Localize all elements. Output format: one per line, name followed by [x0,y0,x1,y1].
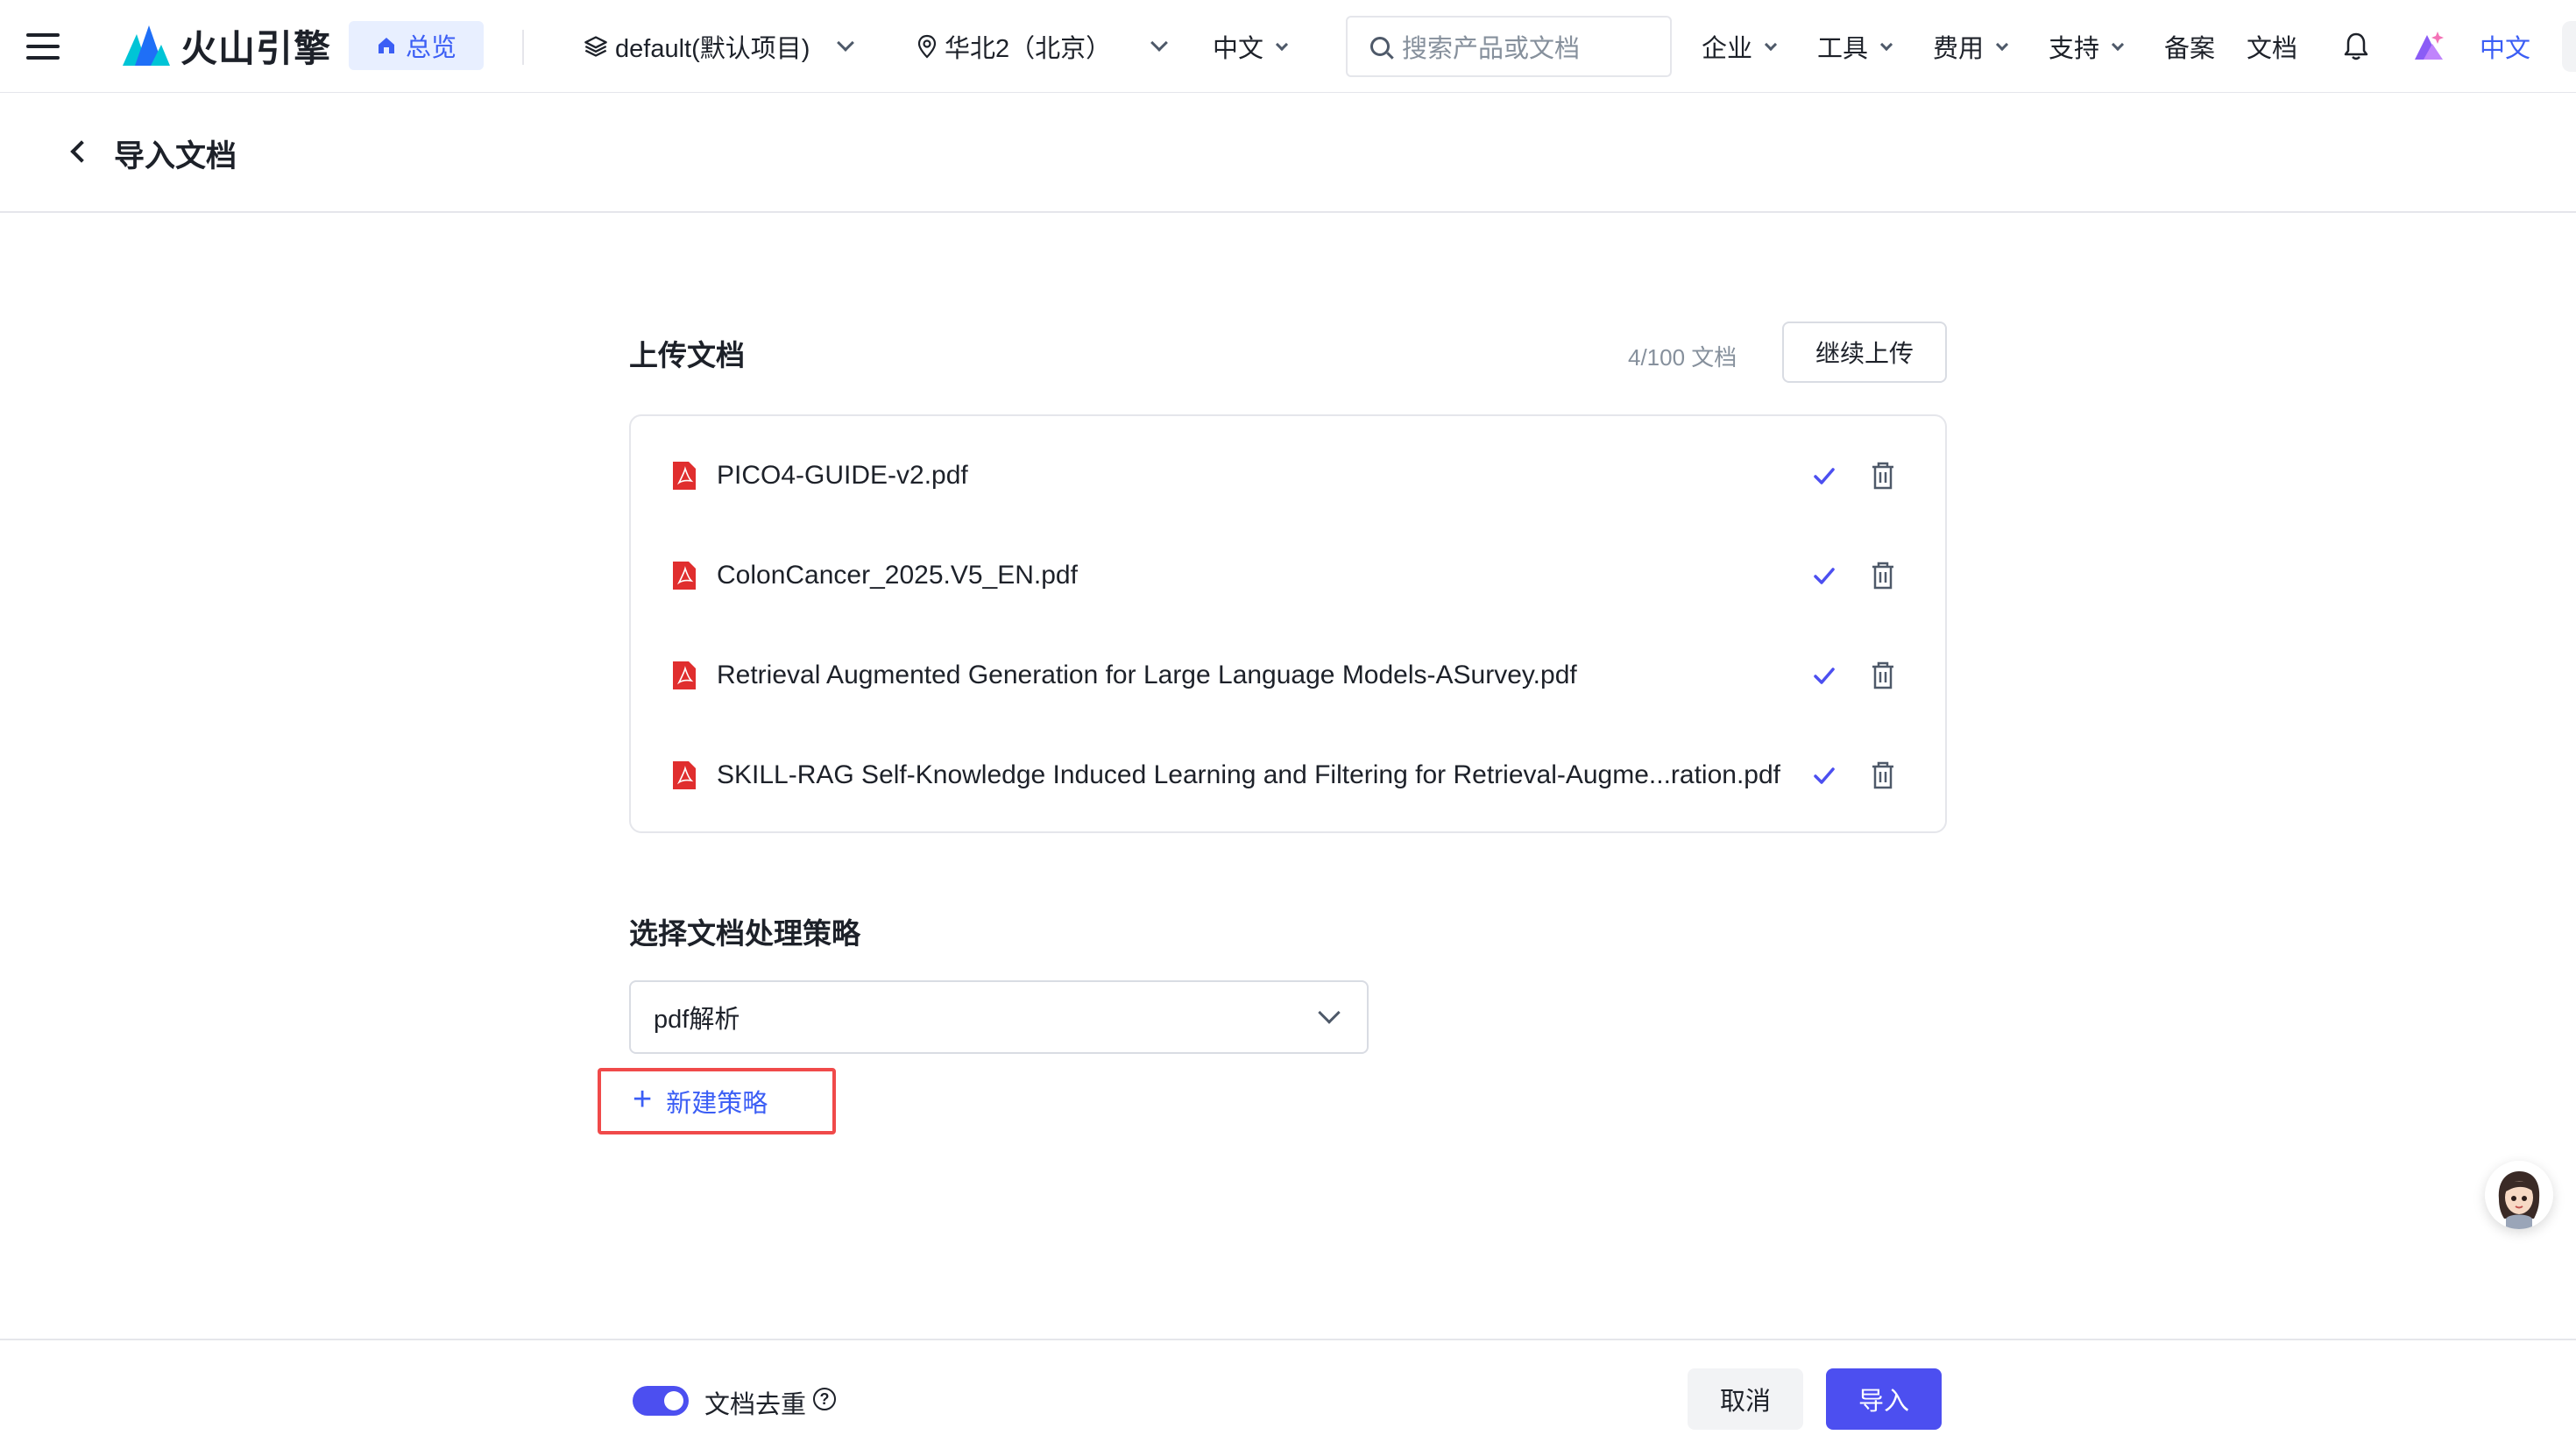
import-button[interactable]: 导入 [1826,1368,1942,1430]
language-label: 中文 [1213,35,1264,63]
chevron-down-icon [837,34,855,52]
chevron-down-icon [1318,1001,1341,1024]
dedup-label: 文档去重 [704,1391,807,1419]
nav-item-label: 工具 [1817,35,1869,63]
nav-item-label: 支持 [2049,35,2100,63]
strategy-section-title: 选择文档处理策略 [629,917,860,950]
search-placeholder: 搜索产品或文档 [1402,35,1581,63]
file-row: SKILL-RAG Self-Knowledge Induced Learnin… [631,740,1945,810]
nav-item-enterprise[interactable]: 企业 [1702,0,1778,93]
region-selector[interactable]: 华北2（北京） [916,0,1169,93]
assistant-avatar-icon [2485,1161,2553,1229]
continue-upload-button[interactable]: 继续上传 [1782,322,1947,383]
chevron-down-icon [1275,38,1289,52]
nav-item-docs[interactable]: 文档 [2247,0,2297,93]
page-title: 导入文档 [114,139,237,173]
chevron-down-icon [1879,38,1893,52]
edge-button[interactable] [2562,21,2576,72]
search-icon [1370,37,1390,56]
language-switch-link[interactable]: 中文 [2480,0,2530,93]
nav-item-label: 备案 [2164,35,2216,63]
check-icon [1814,568,1835,584]
project-label: default(默认项目) [615,35,810,63]
check-icon [1814,767,1835,784]
toggle-knob [664,1391,683,1410]
pdf-file-icon [673,761,696,789]
top-navbar: 火山引擎 总览 default(默认项目) 华北2（北京） 中文 搜索产品或文档 [0,0,2576,93]
trash-icon[interactable] [1870,462,1896,490]
new-strategy-button[interactable]: + 新建策略 [598,1068,836,1134]
file-row: PICO4-GUIDE-v2.pdf [631,441,1945,511]
file-row: Retrieval Augmented Generation for Large… [631,640,1945,710]
new-strategy-label: 新建策略 [666,1090,768,1118]
file-name: Retrieval Augmented Generation for Large… [717,661,1577,689]
overview-label: 总览 [405,34,456,62]
project-selector[interactable]: default(默认项目) [584,0,855,93]
location-pin-icon [917,34,937,59]
check-icon [1814,668,1835,684]
check-icon [1814,468,1835,484]
nav-item-label: 费用 [1933,35,1985,63]
trash-icon[interactable] [1870,761,1896,789]
nav-item-label: 企业 [1702,35,1753,63]
trash-icon[interactable] [1870,661,1896,689]
footer-bar: 文档去重 ? 取消 导入 [0,1339,2576,1456]
strategy-select[interactable]: pdf解析 [629,980,1369,1054]
nav-item-filing[interactable]: 备案 [2164,0,2215,93]
overview-button[interactable]: 总览 [349,21,484,70]
nav-item-billing[interactable]: 费用 [1933,0,2009,93]
nav-item-label: 文档 [2247,35,2298,63]
back-arrow-icon[interactable] [70,140,93,163]
chevron-down-icon [1995,38,2009,52]
chevron-down-icon [2111,38,2125,52]
language-selector[interactable]: 中文 [1213,0,1289,93]
volcano-logo-icon [123,25,170,66]
file-name: ColonCancer_2025.V5_EN.pdf [717,561,1078,590]
hamburger-menu-icon[interactable] [26,26,67,67]
layers-icon [584,36,607,57]
upload-section-title: 上传文档 [629,339,745,371]
chevron-down-icon [1150,34,1169,52]
document-count: 4/100 文档 [1628,344,1737,371]
file-name: SKILL-RAG Self-Knowledge Induced Learnin… [717,760,1780,789]
page-header: 导入文档 [0,93,2576,213]
plus-icon: + [633,1081,653,1118]
pdf-file-icon [673,562,696,590]
dedup-toggle[interactable] [633,1386,689,1416]
pdf-file-icon [673,661,696,689]
nav-item-support[interactable]: 支持 [2049,0,2125,93]
bell-icon[interactable] [2343,32,2369,61]
file-row: ColonCancer_2025.V5_EN.pdf [631,541,1945,611]
search-input[interactable]: 搜索产品或文档 [1346,16,1672,77]
chevron-down-icon [1764,38,1778,52]
help-icon[interactable]: ? [813,1388,836,1410]
strategy-selected-value: pdf解析 [654,1006,740,1034]
main-content: 上传文档 4/100 文档 继续上传 PICO4-GUIDE-v2.pdf Co… [0,213,2576,1456]
nav-item-tools[interactable]: 工具 [1817,0,1893,93]
trash-icon[interactable] [1870,562,1896,590]
file-name: PICO4-GUIDE-v2.pdf [717,461,968,490]
nav-divider [522,30,524,65]
cancel-button[interactable]: 取消 [1688,1368,1803,1430]
logo[interactable]: 火山引擎 [123,19,331,72]
pdf-file-icon [673,462,696,490]
assistant-avatar-button[interactable] [2485,1161,2553,1229]
home-icon [378,38,394,53]
logo-text: 火山引擎 [180,27,332,69]
file-list: PICO4-GUIDE-v2.pdf ColonCancer_2025.V5_E… [629,414,1947,833]
region-label: 华北2（北京） [945,35,1112,63]
user-avatar-icon[interactable] [2411,28,2446,63]
